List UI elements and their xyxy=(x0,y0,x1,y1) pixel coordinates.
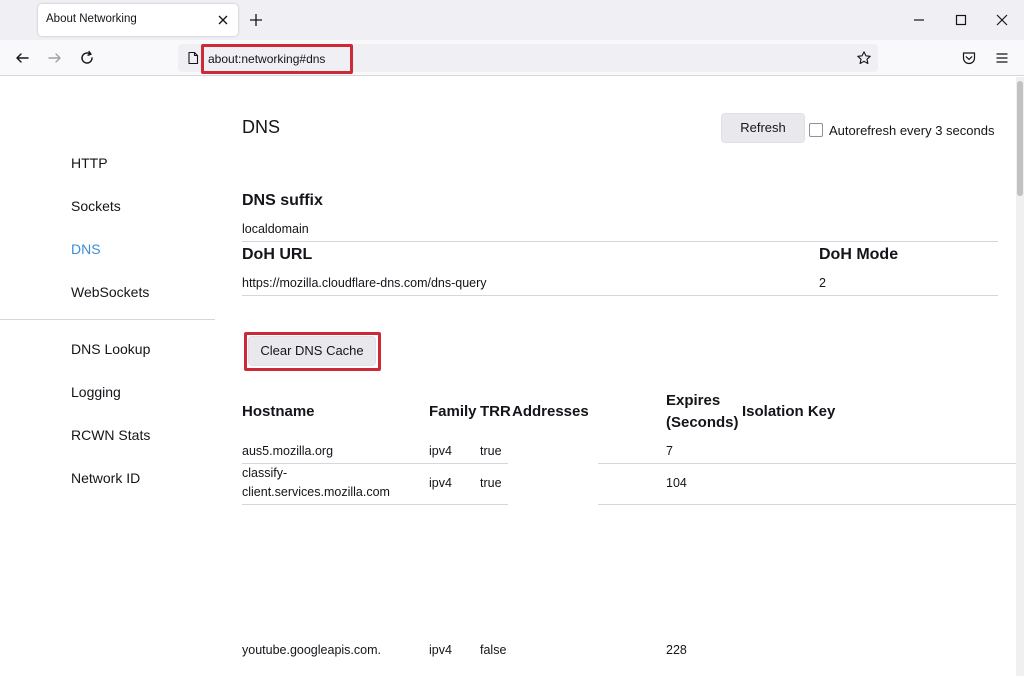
bookmark-star-icon[interactable] xyxy=(856,50,872,66)
doh-url-value: https://mozilla.cloudflare-dns.com/dns-q… xyxy=(242,276,487,290)
close-icon[interactable] xyxy=(216,13,230,27)
column-header-trr: TRR xyxy=(480,403,511,420)
hostname-cell: youtube.googleapis.com. xyxy=(242,643,381,657)
hamburger-menu-icon[interactable] xyxy=(994,50,1010,66)
family-cell: ipv4 xyxy=(429,476,452,490)
url-highlight-box xyxy=(201,44,353,74)
redacted-addresses-area xyxy=(508,437,598,637)
trr-cell: true xyxy=(480,444,502,458)
vertical-scrollbar[interactable] xyxy=(1016,77,1024,676)
sidebar-item-rcwn-stats[interactable]: RCWN Stats xyxy=(71,427,150,443)
divider xyxy=(242,241,998,242)
hostname-cell-continued: client.services.mozilla.com xyxy=(242,485,390,499)
doh-mode-value: 2 xyxy=(819,276,826,290)
scrollbar-thumb[interactable] xyxy=(1017,81,1023,196)
forward-arrow-icon[interactable] xyxy=(47,50,63,66)
sidebar-item-network-id[interactable]: Network ID xyxy=(71,470,140,486)
refresh-button[interactable]: Refresh xyxy=(721,113,805,143)
sidebar-item-websockets[interactable]: WebSockets xyxy=(71,284,149,300)
sidebar-item-sockets[interactable]: Sockets xyxy=(71,198,121,214)
back-arrow-icon[interactable] xyxy=(14,50,30,66)
tab-title: About Networking xyxy=(46,13,137,25)
autorefresh-label: Autorefresh every 3 seconds xyxy=(829,123,995,138)
sidebar-item-logging[interactable]: Logging xyxy=(71,384,121,400)
reload-icon[interactable] xyxy=(79,50,95,66)
new-tab-plus-icon[interactable] xyxy=(248,12,264,28)
url-bar[interactable]: about:networking#dns xyxy=(178,44,878,74)
window-close-icon[interactable] xyxy=(994,12,1010,28)
trr-cell: false xyxy=(480,643,507,657)
column-header-hostname: Hostname xyxy=(242,403,315,420)
column-header-expires-unit: (Seconds) xyxy=(666,414,739,431)
row-divider xyxy=(242,504,1024,505)
column-header-expires: Expires xyxy=(666,392,721,409)
doh-mode-header: DoH Mode xyxy=(819,246,899,263)
minimize-icon[interactable] xyxy=(911,12,927,28)
sidebar-item-dns[interactable]: DNS xyxy=(71,241,101,257)
pocket-icon[interactable] xyxy=(961,50,977,66)
tab-bar: About Networking xyxy=(0,0,1024,40)
doh-url-header: DoH URL xyxy=(242,246,313,263)
dns-suffix-value: localdomain xyxy=(242,222,309,236)
page-content: HTTP Sockets DNS WebSockets DNS Lookup L… xyxy=(0,77,1024,676)
expires-cell: 104 xyxy=(666,476,687,490)
clear-cache-highlight-box xyxy=(244,332,381,371)
family-cell: ipv4 xyxy=(429,444,452,458)
expires-cell: 7 xyxy=(666,444,673,458)
page-title: DNS xyxy=(242,117,281,137)
dns-suffix-header: DNS suffix xyxy=(242,192,323,209)
navigation-toolbar: about:networking#dns xyxy=(0,40,1024,76)
column-header-isolation-key: Isolation Key xyxy=(742,403,836,420)
tab-about-networking[interactable]: About Networking xyxy=(38,4,238,36)
sidebar-item-http[interactable]: HTTP xyxy=(71,155,108,171)
sidebar-divider xyxy=(0,319,215,320)
sidebar-item-dns-lookup[interactable]: DNS Lookup xyxy=(71,341,150,357)
column-header-family: Family xyxy=(429,403,477,420)
row-divider xyxy=(242,463,1024,464)
autorefresh-checkbox[interactable] xyxy=(809,123,823,137)
divider xyxy=(242,295,998,296)
page-icon xyxy=(188,51,199,65)
hostname-cell: classify- xyxy=(242,466,288,480)
maximize-icon[interactable] xyxy=(953,12,969,28)
hostname-cell: aus5.mozilla.org xyxy=(242,444,334,458)
family-cell: ipv4 xyxy=(429,643,452,657)
trr-cell: true xyxy=(480,476,502,490)
column-header-addresses: Addresses xyxy=(512,403,589,420)
expires-cell: 228 xyxy=(666,643,687,657)
